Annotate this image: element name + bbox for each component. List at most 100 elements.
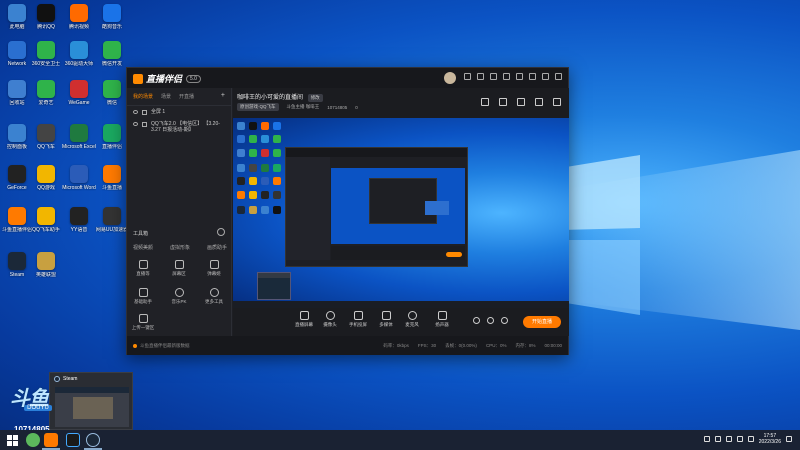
preview-desktop-icon <box>261 191 269 199</box>
record-icon[interactable] <box>473 317 480 324</box>
feedback-icon[interactable] <box>503 73 510 80</box>
tool-more[interactable]: 更多工具 <box>200 288 228 305</box>
desktop-icon[interactable]: QQ游戏 <box>29 165 63 191</box>
wechat-icon[interactable] <box>725 436 732 442</box>
scene-tabs: 我的场景 场景 开直播 + <box>127 88 231 106</box>
desktop-icon[interactable]: WeGame <box>62 80 96 106</box>
control-media[interactable]: 多媒体 <box>373 311 399 328</box>
desktop-icon[interactable]: QQ飞车 <box>29 124 63 150</box>
share-icon[interactable] <box>553 98 561 106</box>
tool-screen[interactable]: 屏幕区 <box>165 260 193 277</box>
settings-icon[interactable] <box>490 73 497 80</box>
layout-icon[interactable] <box>499 98 507 106</box>
volume-icon[interactable] <box>747 436 754 442</box>
scene-panel: 我的场景 场景 开直播 + 全屏 1 QQ飞车2.0 【电信区】 【3.20-3… <box>127 88 232 336</box>
obs-taskbar-icon[interactable] <box>66 433 80 447</box>
maximize-icon[interactable] <box>542 73 549 80</box>
desktop-icon[interactable]: 微信 <box>95 80 129 106</box>
app-icon <box>37 4 55 22</box>
microphone-icon[interactable] <box>714 436 721 442</box>
preview-desktop-icon <box>261 206 269 214</box>
tab-my-scenes[interactable]: 我的场景 <box>133 93 153 100</box>
bell-icon[interactable] <box>535 98 543 106</box>
preview-desktop-icon <box>237 164 245 172</box>
control-phone[interactable]: 手机投屏 <box>345 311 371 328</box>
app-icon <box>103 4 121 22</box>
minimize-icon[interactable] <box>529 73 536 80</box>
live-tool-icon <box>138 260 148 269</box>
tool-assistant[interactable]: 基础助手 <box>129 288 157 305</box>
app-logo: 直播伴侣 5.0 <box>133 72 201 85</box>
eye-icon[interactable] <box>487 317 494 324</box>
desktop-icon[interactable]: 英雄联盟 <box>29 252 63 278</box>
tab-scenes[interactable]: 场景 <box>161 93 171 100</box>
source-controls: 直播屏幕 摄像头 手机投屏 多媒体 麦克风 扬声器 开始直播 <box>233 308 569 336</box>
message-icon[interactable] <box>464 73 471 80</box>
desktop-icon-label: 英雄联盟 <box>35 272 56 278</box>
douyu-taskbar-icon[interactable] <box>44 433 58 447</box>
desktop-icon[interactable]: 直播伴侣 <box>95 124 129 150</box>
tool-avatar[interactable]: 虚拟形象 <box>170 244 190 251</box>
control-mic[interactable]: 麦克风 <box>399 311 425 328</box>
monitor-icon <box>299 311 309 320</box>
tool-pk[interactable]: 音乐PK <box>165 288 193 305</box>
tool-upload[interactable]: 上传一键区 <box>129 314 157 331</box>
desktop-icon[interactable]: 腾讯视频 <box>62 4 96 30</box>
preview-desktop-icon <box>249 177 257 185</box>
close-icon[interactable] <box>555 73 562 80</box>
start-live-button[interactable]: 开始直播 <box>523 316 561 328</box>
skin-icon[interactable] <box>477 73 484 80</box>
taskbar-app-icon[interactable] <box>26 433 40 447</box>
control-screen[interactable]: 直播屏幕 <box>291 311 317 328</box>
desktop-icon[interactable]: 腾讯QQ <box>29 4 63 30</box>
control-camera[interactable]: 摄像头 <box>317 311 343 328</box>
tool-quality[interactable]: 画质助手 <box>207 244 227 251</box>
chart-icon[interactable] <box>517 98 525 106</box>
desktop-icon[interactable]: 360驱动大师 <box>62 41 96 67</box>
tab-start[interactable]: 开直播 <box>179 93 194 100</box>
app-icon <box>37 207 55 225</box>
status-message[interactable]: 斗鱼直播伴侣最新版数据 <box>140 343 190 349</box>
visibility-eye-icon[interactable] <box>133 122 138 126</box>
tool-danmaku[interactable]: 弹幕姬 <box>200 260 228 277</box>
network-icon[interactable] <box>736 436 743 442</box>
gear-icon[interactable] <box>501 317 508 324</box>
app-icon <box>37 41 55 59</box>
desktop-icon-label: 腾讯视频 <box>68 24 89 30</box>
gift-icon[interactable] <box>481 98 489 106</box>
scene-item[interactable]: 全屏 1 <box>127 106 231 118</box>
desktop-icon[interactable]: 360安全卫士 <box>29 41 63 67</box>
start-button[interactable] <box>5 433 19 447</box>
control-speaker[interactable]: 扬声器 <box>429 311 455 328</box>
preview-desktop-icon <box>237 177 245 185</box>
desktop-icon[interactable]: 斗鱼直播 <box>95 165 129 191</box>
tool-live[interactable]: 直播等 <box>129 260 157 277</box>
screen-tool-icon <box>174 260 184 269</box>
desktop-icon[interactable]: Microsoft Word <box>62 165 96 191</box>
steam-taskbar-icon[interactable] <box>86 433 100 447</box>
scene-item[interactable]: QQ飞车2.0 【电信区】 【3.20-3.27 日报活动-期】 <box>127 118 231 136</box>
steam-taskbar-preview[interactable]: Steam <box>49 372 133 430</box>
desktop-icon-label: QQ游戏 <box>37 185 55 191</box>
chevron-up-icon[interactable] <box>703 436 710 442</box>
room-category[interactable]: 原创游戏·QQ飞车 <box>237 103 279 111</box>
stream-preview[interactable] <box>233 118 569 308</box>
desktop-icon[interactable]: 微信开发 <box>95 41 129 67</box>
desktop-icon[interactable]: 网易UU加速器 <box>95 207 129 233</box>
desktop-icon[interactable]: Microsoft Excel <box>62 124 96 150</box>
tool-beauty[interactable]: 视频美颜 <box>133 244 153 251</box>
desktop-icon-label: 腾讯QQ <box>37 24 55 30</box>
desktop-icon[interactable]: YY语音 <box>62 207 96 233</box>
add-scene-icon[interactable]: + <box>221 92 225 100</box>
notification-icon[interactable] <box>786 436 792 442</box>
desktop-icon[interactable]: QQ飞车助手 <box>29 207 63 233</box>
menu-icon[interactable] <box>516 73 523 80</box>
toolbox-settings-icon[interactable] <box>217 228 225 236</box>
desktop-icon[interactable]: 酷狗音乐 <box>95 4 129 30</box>
room-edit-button[interactable]: 修改 <box>307 94 323 102</box>
user-avatar[interactable] <box>444 72 456 84</box>
visibility-eye-icon[interactable] <box>133 110 138 114</box>
clock[interactable]: 17:57 2022/3/26 <box>759 433 781 445</box>
status-bar: 斗鱼直播伴侣最新版数据 码率：0kbps FPS：30 丢帧：0(0.00%) … <box>127 336 568 355</box>
desktop-icon[interactable]: 爱奇艺 <box>29 80 63 106</box>
